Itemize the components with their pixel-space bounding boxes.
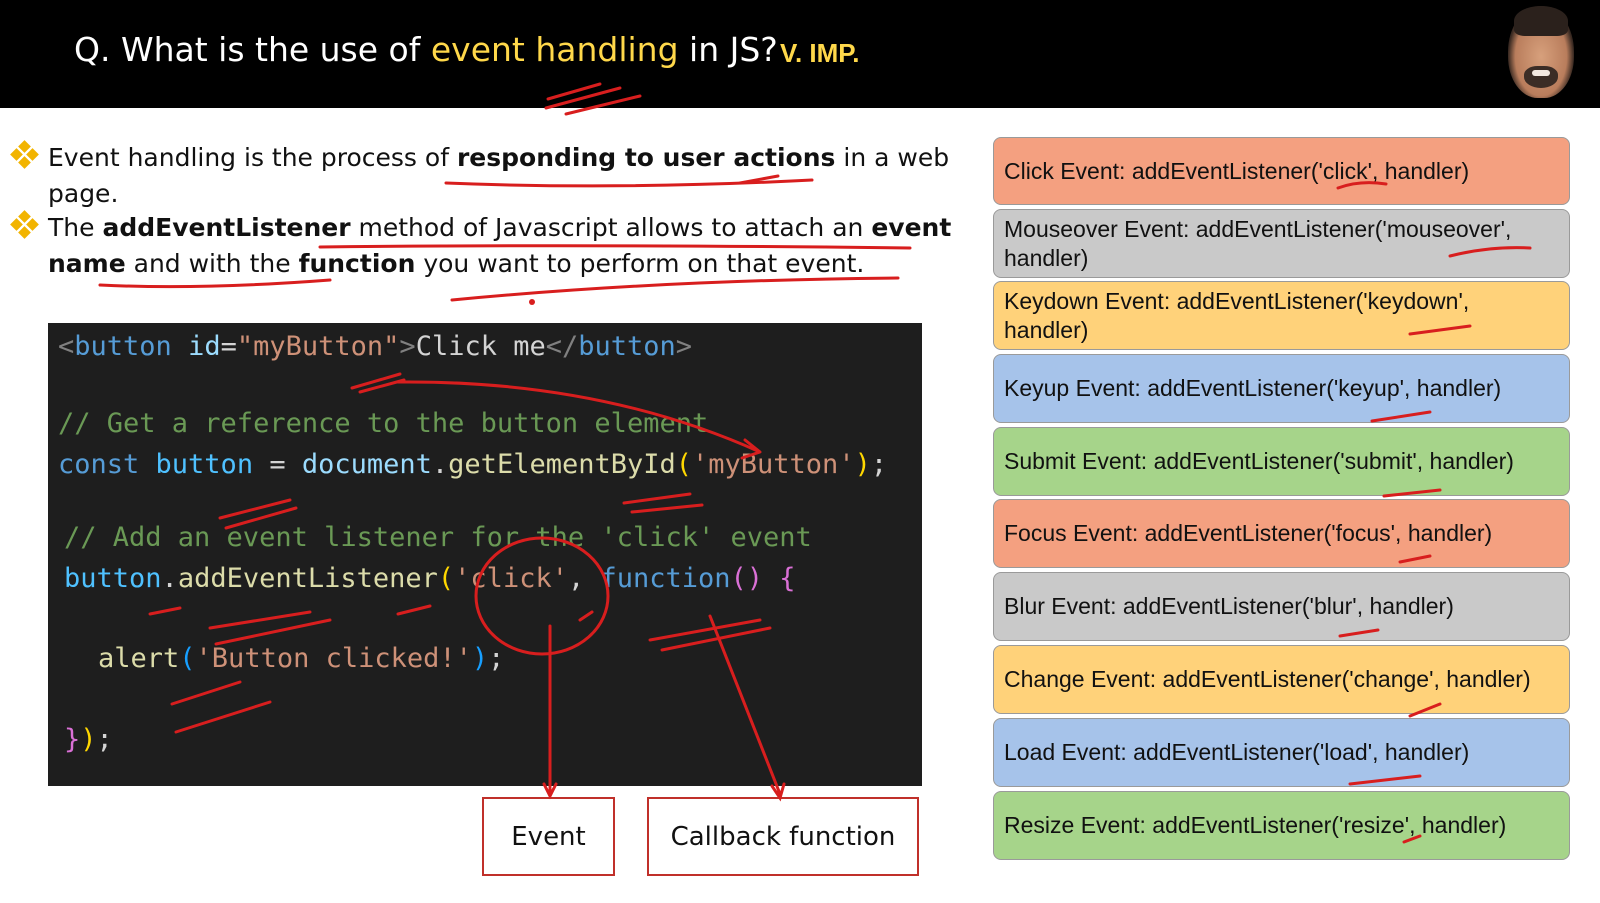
bullet1-part: Event handling is the process of [48,143,457,172]
ink-dot [529,299,535,305]
event-card-load: Load Event: addEventListener('load', han… [993,718,1570,787]
code-line-alert: alert('Button clicked!'); [98,643,505,674]
code-line-close: }); [64,724,113,755]
code-block: <button id="myButton">Click me</button> … [48,323,922,786]
callback-annotation-box: Callback function [647,797,919,876]
importance-badge: V. IMP. [780,38,860,68]
event-card-keydown: Keydown Event: addEventListener('keydown… [993,281,1570,350]
slide-header: Q. What is the use of event handling in … [0,0,1600,108]
bullet2-bold: function [298,249,416,278]
bullet2-part: The [48,213,103,242]
bullet-text: The addEventListener method of Javascrip… [48,210,958,282]
code-line-listener: button.addEventListener('click', functio… [64,563,796,594]
avatar-hair [1514,6,1568,36]
presenter-avatar [1508,6,1574,98]
code-line-html: <button id="myButton">Click me</button> [58,331,693,362]
bullet-add-event-listener: The addEventListener method of Javascrip… [10,210,952,290]
event-card-click: Click Event: addEventListener('click', h… [993,137,1570,205]
title-highlight: event handling [430,30,679,69]
slide-title: Q. What is the use of event handling in … [74,30,778,69]
event-card-mouseover: Mouseover Event: addEventListener('mouse… [993,209,1570,278]
bullet2-part: and with the [125,249,299,278]
title-suffix: in JS? [678,30,778,69]
event-card-resize: Resize Event: addEventListener('resize',… [993,791,1570,860]
bullet2-bold: addEventListener [102,213,351,242]
event-card-blur: Blur Event: addEventListener('blur', han… [993,572,1570,641]
code-line-const: const button = document.getElementById('… [58,449,888,480]
event-card-change: Change Event: addEventListener('change',… [993,645,1570,714]
bullet-text: Event handling is the process of respond… [48,140,958,212]
code-comment-2: // Add an event listener for the 'click'… [64,522,812,553]
code-comment-1: // Get a reference to the button element [58,408,709,439]
bullet-diamond-icon [10,140,39,169]
bullet-definition: Event handling is the process of respond… [10,140,952,208]
avatar-mouth [1532,70,1550,76]
event-card-keyup: Keyup Event: addEventListener('keyup', h… [993,354,1570,423]
bullet-diamond-icon [10,210,39,239]
event-card-focus: Focus Event: addEventListener('focus', h… [993,499,1570,568]
bullet2-part: you want to perform on that event. [415,249,865,278]
bullet1-bold: responding to user actions [456,143,836,172]
bullet2-part: method of Javascript allows to attach an [350,213,872,242]
event-annotation-box: Event [482,797,615,876]
title-prefix: Q. What is the use of [74,30,431,69]
event-card-submit: Submit Event: addEventListener('submit',… [993,427,1570,496]
